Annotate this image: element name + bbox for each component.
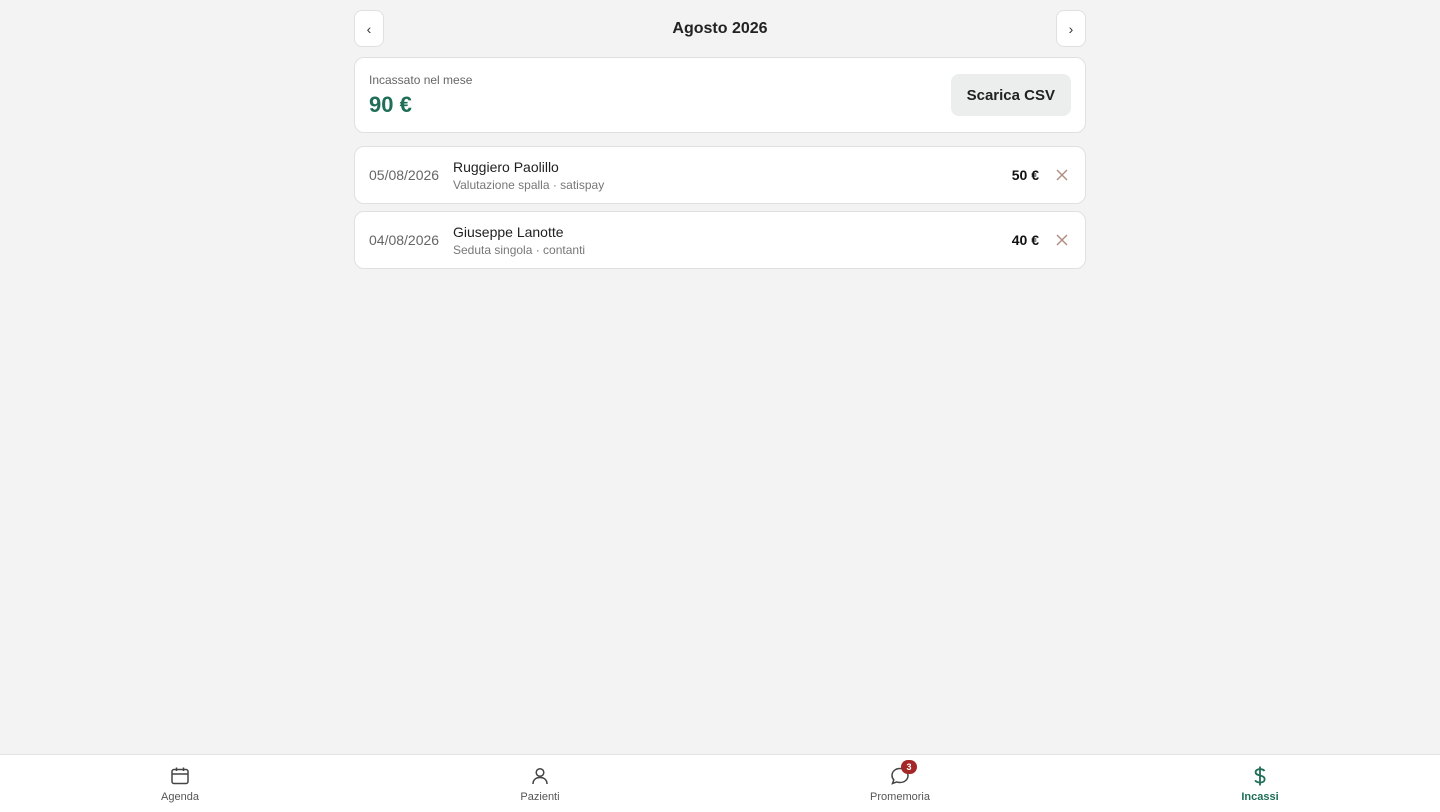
user-icon — [529, 765, 551, 787]
payment-info: Giuseppe Lanotte Seduta singola · contan… — [453, 224, 1012, 257]
tab-label: Promemoria — [870, 790, 930, 803]
tab-pazienti[interactable]: Pazienti — [360, 755, 720, 812]
summary-text: Incassato nel mese 90 € — [369, 73, 472, 118]
next-month-button[interactable]: › — [1055, 10, 1086, 47]
payment-row: 04/08/2026 Giuseppe Lanotte Seduta singo… — [354, 211, 1086, 269]
tab-label: Agenda — [161, 790, 199, 803]
close-icon[interactable] — [1053, 231, 1071, 249]
summary-amount: 90 € — [369, 91, 412, 117]
notification-badge: 3 — [901, 759, 917, 774]
tab-agenda[interactable]: Agenda — [0, 755, 360, 812]
bottom-navigation: Agenda Pazienti 3 Promemoria Incassi — [0, 754, 1440, 812]
dollar-icon — [1249, 765, 1271, 787]
tab-incassi[interactable]: Incassi — [1080, 755, 1440, 812]
calendar-icon — [169, 765, 191, 787]
payment-detail: Valutazione spalla · satispay — [453, 177, 605, 192]
chat-bubble-icon: 3 — [889, 759, 917, 787]
summary-label: Incassato nel mese — [369, 72, 473, 87]
payment-row: 05/08/2026 Ruggiero Paolillo Valutazione… — [354, 146, 1086, 204]
payment-detail: Seduta singola · contanti — [453, 242, 586, 257]
tab-promemoria[interactable]: 3 Promemoria — [720, 755, 1080, 812]
main-content: ‹ Agosto 2026 › Incassato nel mese 90 € … — [354, 10, 1086, 276]
payment-amount: 50 € — [1011, 167, 1039, 183]
monthly-summary-card: Incassato nel mese 90 € Scarica CSV — [354, 57, 1086, 133]
month-navigation: ‹ Agosto 2026 › — [354, 10, 1086, 47]
patient-name: Giuseppe Lanotte — [453, 223, 564, 240]
month-title: Agosto 2026 — [672, 19, 768, 37]
payment-date: 05/08/2026 — [369, 167, 440, 183]
app-root: ‹ Agosto 2026 › Incassato nel mese 90 € … — [0, 0, 1440, 812]
tab-label: Incassi — [1241, 790, 1279, 803]
download-csv-button[interactable]: Scarica CSV — [950, 74, 1071, 116]
payment-info: Ruggiero Paolillo Valutazione spalla · s… — [453, 159, 1012, 192]
payments-list: 05/08/2026 Ruggiero Paolillo Valutazione… — [354, 146, 1086, 269]
patient-name: Ruggiero Paolillo — [453, 158, 559, 175]
previous-month-button[interactable]: ‹ — [354, 10, 384, 47]
payment-date: 04/08/2026 — [369, 232, 440, 248]
payment-amount: 40 € — [1011, 232, 1039, 248]
close-icon[interactable] — [1053, 166, 1071, 184]
tab-label: Pazienti — [520, 790, 560, 803]
